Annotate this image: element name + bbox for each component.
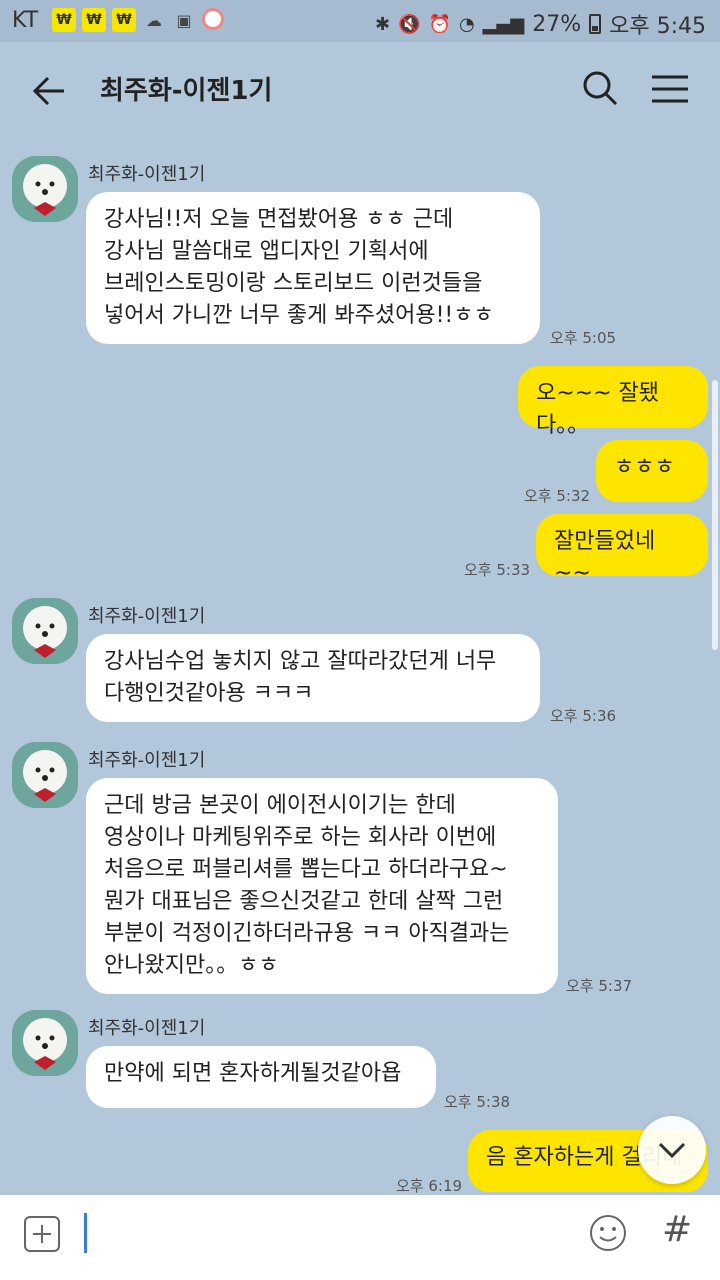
- message-time: 오후 5:38: [444, 1093, 511, 1111]
- profile-photo-icon: [12, 598, 78, 664]
- message-bubble[interactable]: 강사님!!저 오늘 면접봤어용 ㅎㅎ 근데 강사님 말씀대로 앱디자인 기획서에…: [86, 192, 540, 344]
- status-bar: KT ₩ ₩ ₩ ☁ ▣ ✱ 🔇 ⏰ ◔ ▂▄▆ 27% 오후 5:45: [0, 0, 720, 42]
- chat-header: 최주화-이젠1기: [0, 42, 720, 138]
- clock: 오후 5:45: [609, 14, 706, 39]
- message-input[interactable]: [84, 1213, 87, 1253]
- message-input-bar: #: [0, 1195, 720, 1280]
- cloud-icon: ☁: [146, 10, 162, 30]
- wifi-icon: ◔: [458, 13, 475, 35]
- sender-name: 최주화-이젠1기: [88, 1018, 206, 1039]
- battery-icon: [589, 14, 602, 34]
- arrow-left-icon: [32, 76, 64, 106]
- mute-icon: 🔇: [398, 13, 421, 35]
- profile-photo-icon: [12, 156, 78, 222]
- won-badge-icon: ₩: [52, 8, 76, 32]
- message-bubble[interactable]: 강사님수업 놓치지 않고 잘따라갔던게 너무 다행인것같아용 ㅋㅋㅋ: [86, 634, 540, 722]
- my-message-bubble[interactable]: ㅎㅎㅎ: [596, 440, 708, 502]
- search-button[interactable]: [578, 66, 624, 112]
- avatar[interactable]: [12, 156, 78, 222]
- signal-icon: ▂▄▆: [482, 13, 525, 35]
- message-time: 오후 5:05: [550, 329, 617, 347]
- message-time: 오후 5:37: [566, 977, 633, 995]
- my-message-bubble[interactable]: 오~~~ 잘됐다。。: [518, 366, 708, 438]
- app-notification-icon: [202, 8, 224, 30]
- hashtag-search-button[interactable]: #: [662, 1209, 692, 1250]
- carrier-label: KT: [12, 8, 39, 33]
- bluetooth-icon: ✱: [375, 13, 391, 35]
- plus-icon: [33, 1225, 51, 1243]
- message-bubble[interactable]: 근데 방금 본곳이 에이전시이기는 한데 영상이나 마케팅위주로 하는 회사라 …: [86, 778, 558, 994]
- chevron-down-icon: [658, 1142, 686, 1159]
- won-badge-icon: ₩: [112, 8, 136, 32]
- scrollbar[interactable]: [712, 380, 718, 650]
- sender-name: 최주화-이젠1기: [88, 606, 206, 627]
- back-button[interactable]: [24, 66, 74, 116]
- emoji-button[interactable]: [588, 1213, 628, 1253]
- notification-icons: ₩ ₩ ₩ ☁ ▣: [52, 8, 224, 32]
- battery-percent: 27%: [532, 11, 582, 37]
- avatar[interactable]: [12, 598, 78, 664]
- message-time: 오후 5:32: [524, 487, 591, 505]
- message-time: 오후 6:19: [396, 1177, 463, 1195]
- scroll-to-bottom-button[interactable]: [638, 1116, 706, 1184]
- search-icon: [583, 71, 618, 106]
- profile-photo-icon: [12, 1010, 78, 1076]
- avatar[interactable]: [12, 742, 78, 808]
- system-indicators: ✱ 🔇 ⏰ ◔ ▂▄▆ 27% 오후 5:45: [375, 8, 706, 40]
- message-bubble[interactable]: 만약에 되면 혼자하게될것같아욥: [86, 1046, 436, 1108]
- message-time: 오후 5:36: [550, 707, 617, 725]
- message-time: 오후 5:33: [464, 561, 531, 579]
- alarm-icon: ⏰: [428, 13, 451, 35]
- sender-name: 최주화-이젠1기: [88, 164, 206, 185]
- chat-title: 최주화-이젠1기: [100, 76, 273, 106]
- image-icon: ▣: [176, 10, 192, 30]
- attach-button[interactable]: [24, 1216, 60, 1252]
- hamburger-menu-icon: [652, 75, 688, 103]
- menu-button[interactable]: [646, 66, 696, 112]
- won-badge-icon: ₩: [82, 8, 106, 32]
- my-message-bubble[interactable]: 잘만들었네~~: [536, 514, 708, 586]
- smiley-icon: [590, 1215, 626, 1251]
- avatar[interactable]: [12, 1010, 78, 1076]
- sender-name: 최주화-이젠1기: [88, 750, 206, 771]
- profile-photo-icon: [12, 742, 78, 808]
